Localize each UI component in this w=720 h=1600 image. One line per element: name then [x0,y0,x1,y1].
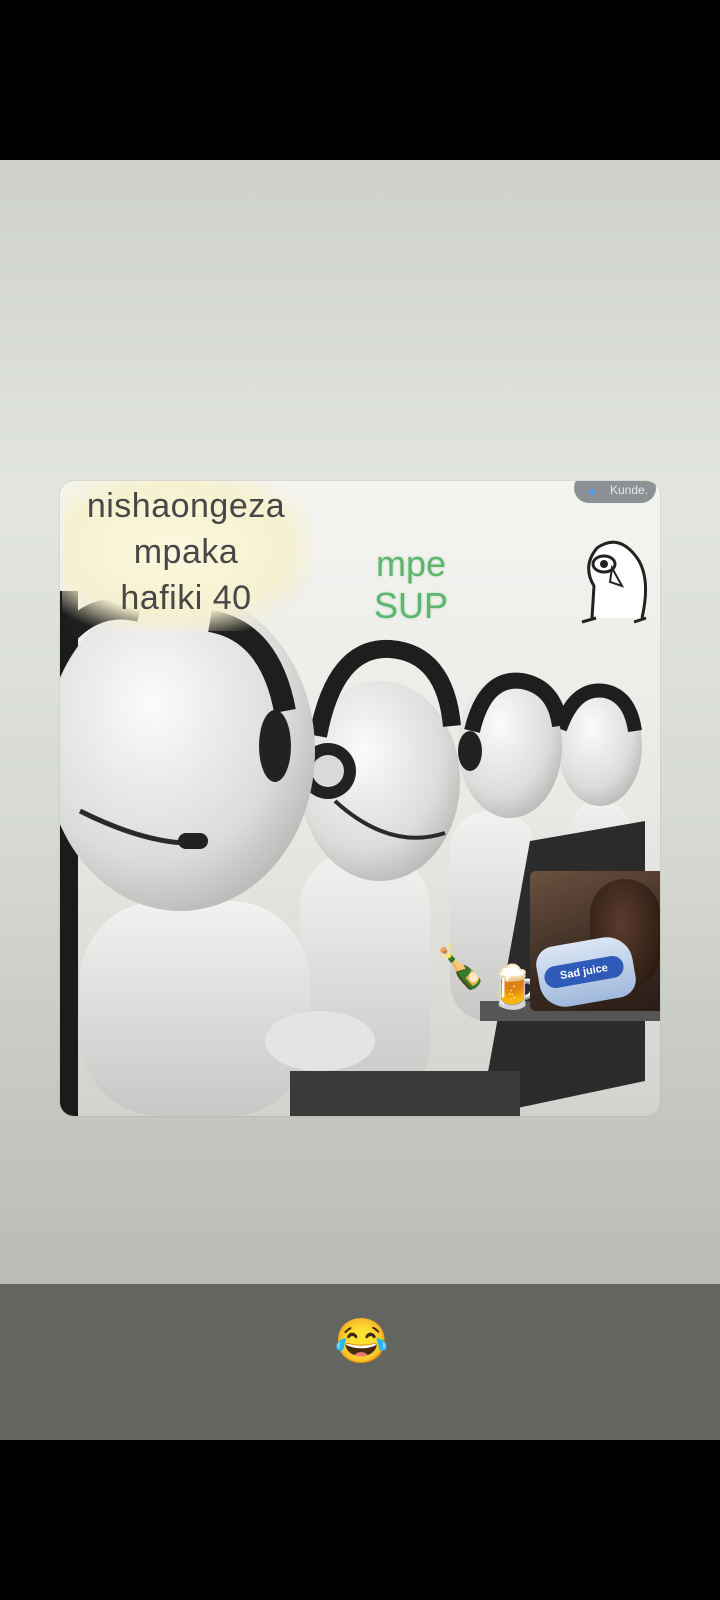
reply-text: mpe SUP [356,543,466,627]
watermark-badge: ● Kunde. [574,481,656,503]
sad-juice-sticker: Sad juice [530,871,660,1011]
face-with-tears-of-joy-icon[interactable]: 😂 [334,1316,389,1368]
reaction-bar: 😂 [0,1284,720,1440]
watermark-text: Kunde. [610,483,649,497]
caption-text: nishaongeza mpaka hafiki 40 [66,483,306,621]
caption-line-1: nishaongeza [86,487,286,525]
meme-image: nishaongeza mpaka hafiki 40 mpe SUP ● Ku… [60,481,660,1116]
caption-line-3: hafiki 40 [120,579,252,617]
caption-line-2: mpaka [133,533,239,571]
reply-line-2: SUP [373,585,449,626]
person-icon: ● [588,483,597,499]
top-black-bar [0,0,720,160]
bottle-with-popping-cork-icon: 🍾 [434,943,487,990]
bird-sticker-icon [581,540,648,624]
reply-line-1: mpe [375,543,447,584]
caption-bubble: nishaongeza mpaka hafiki 40 [62,481,312,631]
bottom-black-bar [0,1440,720,1600]
